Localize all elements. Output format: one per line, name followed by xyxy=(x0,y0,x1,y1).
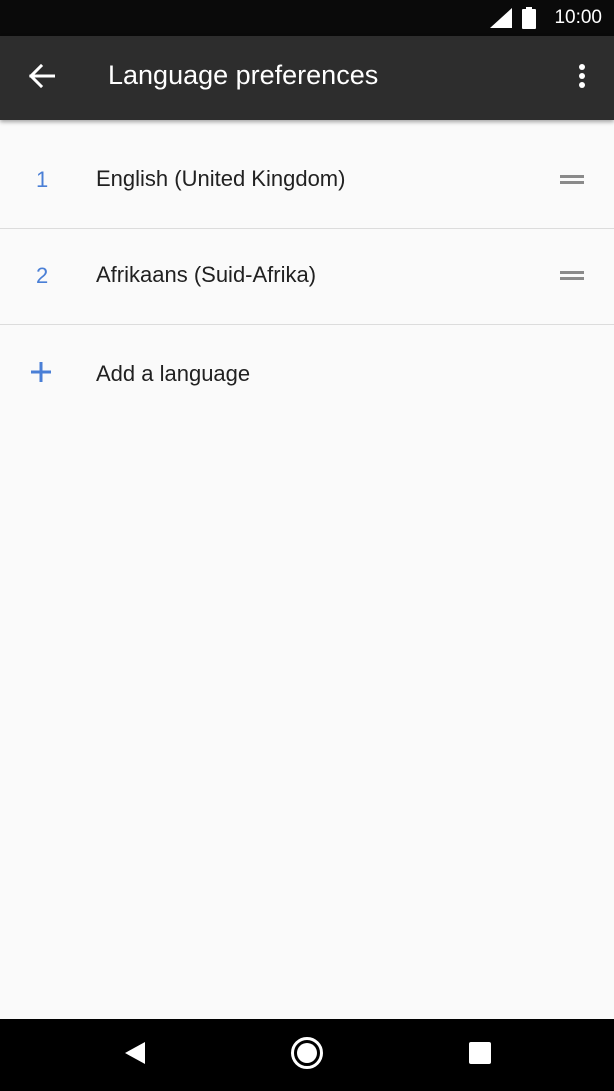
language-rank: 2 xyxy=(36,263,49,288)
drag-handle-icon[interactable] xyxy=(560,173,584,187)
add-language-button[interactable]: Add a language xyxy=(0,325,614,420)
language-item[interactable]: 1 English (United Kingdom) xyxy=(0,133,614,228)
status-bar: 10:00 xyxy=(0,0,614,36)
signal-icon xyxy=(490,8,512,33)
nav-home-icon xyxy=(290,1036,324,1075)
add-language-label: Add a language xyxy=(96,361,251,386)
language-item[interactable]: 2 Afrikaans (Suid-Afrika) xyxy=(0,229,614,324)
nav-home-button[interactable] xyxy=(283,1033,331,1077)
navigation-bar xyxy=(0,1019,614,1091)
drag-handle-icon[interactable] xyxy=(560,269,584,283)
nav-back-icon xyxy=(123,1041,145,1070)
battery-icon xyxy=(522,7,536,34)
plus-icon xyxy=(30,361,52,388)
status-time: 10:00 xyxy=(554,7,602,28)
nav-recents-button[interactable] xyxy=(456,1033,504,1077)
app-bar: Language preferences xyxy=(0,36,614,120)
language-label: Afrikaans (Suid-Afrika) xyxy=(96,262,317,287)
nav-back-button[interactable] xyxy=(110,1033,158,1077)
back-button[interactable] xyxy=(18,56,66,100)
page-title: Language preferences xyxy=(108,60,379,90)
nav-recents-icon xyxy=(468,1041,492,1070)
language-label: English (United Kingdom) xyxy=(96,166,346,191)
language-rank: 1 xyxy=(36,167,49,192)
more-vert-icon xyxy=(578,63,586,94)
arrow-back-icon xyxy=(28,63,56,93)
more-options-button[interactable] xyxy=(564,56,600,100)
language-list: 1 English (United Kingdom) 2 Afrikaans (… xyxy=(0,133,614,420)
